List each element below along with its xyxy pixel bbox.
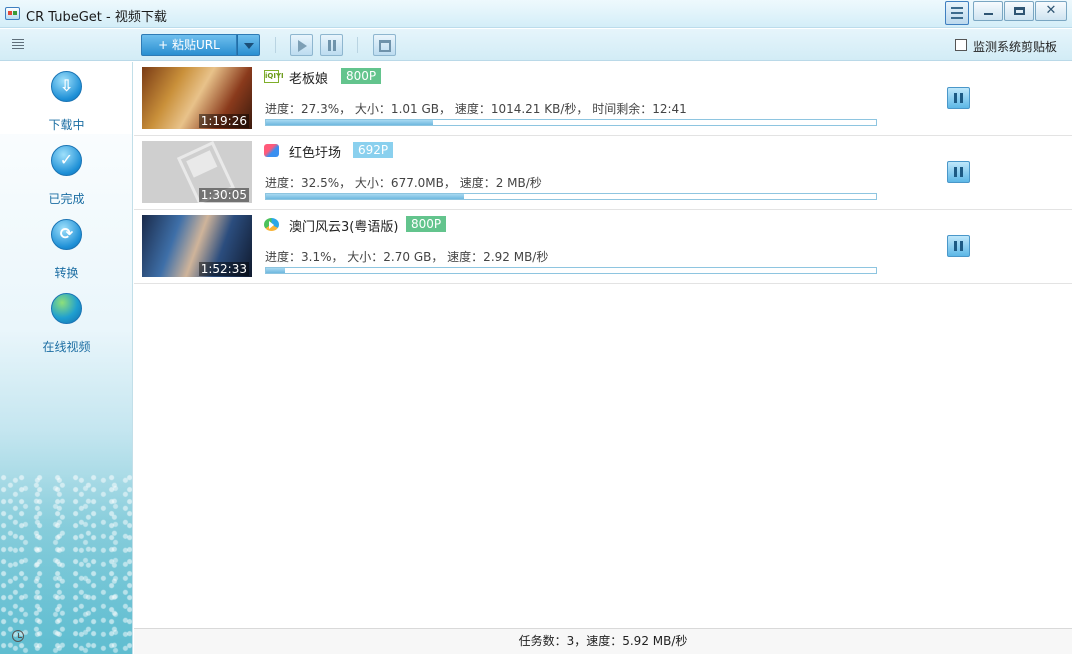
sidebar-item-completed[interactable]: ✓ 已完成: [0, 136, 132, 208]
window-title: CR TubeGet - 视频下载: [26, 10, 167, 25]
progress-fill: [266, 268, 285, 273]
paste-url-button[interactable]: + 粘贴URL: [141, 34, 237, 56]
toolbar-divider: [275, 37, 276, 53]
pause-all-button[interactable]: [320, 34, 343, 56]
mgtv-icon: [264, 144, 279, 157]
minimize-button[interactable]: [973, 1, 1003, 21]
download-icon: ⇩: [51, 71, 82, 102]
download-status: 进度：3.1%， 大小：2.70 GB， 速度：2.92 MB/秒: [265, 250, 549, 264]
pause-download-button[interactable]: [947, 161, 970, 183]
sidebar: ⇩ 下载中 ✓ 已完成 ⟳ 转换 在线视频: [0, 62, 133, 654]
delete-button[interactable]: [373, 34, 396, 56]
pause-icon: [954, 167, 963, 177]
title-bar: CR TubeGet - 视频下载 ✕: [0, 0, 1072, 28]
download-row[interactable]: 1:30:05 红色圩场 692P 进度：32.5%， 大小：677.0MB， …: [134, 136, 1072, 210]
start-all-button[interactable]: [290, 34, 313, 56]
sidebar-item-label: 下载中: [48, 118, 85, 132]
quality-badge: 800P: [406, 216, 447, 232]
pause-download-button[interactable]: [947, 235, 970, 257]
app-logo-icon: [5, 7, 20, 20]
status-bar: 任务数：3，速度：5.92 MB/秒: [134, 628, 1072, 654]
video-title: 澳门风云3(粤语版): [289, 220, 399, 235]
download-status: 进度：27.3%， 大小：1.01 GB， 速度：1014.21 KB/秒， 时…: [265, 102, 687, 116]
menu-icon: [951, 7, 963, 22]
monitor-clipboard-label[interactable]: 监测系统剪贴板: [973, 38, 1057, 55]
video-thumbnail: 1:52:33: [142, 215, 252, 277]
trash-icon: [379, 40, 391, 52]
sidebar-item-label: 已完成: [48, 192, 85, 206]
toolbar: + 粘贴URL 监测系统剪贴板: [0, 29, 1072, 61]
toolbar-divider: [357, 37, 358, 53]
check-icon: ✓: [51, 145, 82, 176]
pause-icon: [328, 40, 336, 51]
iqiyi-icon: iQIYI: [264, 70, 284, 83]
video-title: 红色圩场: [289, 146, 342, 161]
video-thumbnail: 1:19:26: [142, 67, 252, 129]
video-title: 老板娘: [289, 72, 329, 87]
globe-icon: [51, 293, 82, 324]
minimize-icon: [984, 13, 993, 15]
progress-bar: [265, 119, 877, 126]
sidebar-background-image: [0, 474, 132, 654]
pause-download-button[interactable]: [947, 87, 970, 109]
monitor-clipboard-checkbox[interactable]: [955, 39, 967, 51]
maximize-button[interactable]: [1004, 1, 1034, 21]
video-thumbnail: 1:30:05: [142, 141, 252, 203]
clock-icon[interactable]: [12, 630, 24, 642]
video-duration: 1:52:33: [198, 262, 249, 276]
video-duration: 1:30:05: [198, 188, 249, 202]
menu-button[interactable]: [945, 1, 969, 25]
close-button[interactable]: ✕: [1035, 1, 1067, 21]
play-icon: [298, 40, 307, 52]
video-duration: 1:19:26: [198, 114, 249, 128]
sidebar-item-label: 在线视频: [42, 340, 91, 354]
sidebar-item-downloading[interactable]: ⇩ 下载中: [0, 62, 132, 134]
maximize-icon: [1014, 7, 1025, 15]
progress-bar: [265, 267, 877, 274]
quality-badge: 692P: [353, 142, 394, 158]
download-status: 进度：32.5%， 大小：677.0MB， 速度：2 MB/秒: [265, 176, 542, 190]
list-view-icon[interactable]: [12, 39, 24, 51]
convert-icon: ⟳: [51, 219, 82, 250]
close-icon: ✕: [1045, 3, 1057, 18]
pause-icon: [954, 241, 963, 251]
sidebar-item-convert[interactable]: ⟳ 转换: [0, 210, 132, 282]
paste-url-dropdown-button[interactable]: [237, 34, 260, 56]
download-list: 1:19:26 iQIYI 老板娘 800P 进度：27.3%， 大小：1.01…: [134, 62, 1072, 628]
sidebar-item-online-video[interactable]: 在线视频: [0, 284, 132, 356]
download-row[interactable]: 1:52:33 澳门风云3(粤语版) 800P 进度：3.1%， 大小：2.70…: [134, 210, 1072, 284]
progress-fill: [266, 120, 433, 125]
pause-icon: [954, 93, 963, 103]
sidebar-item-label: 转换: [54, 266, 79, 280]
tencent-video-icon: [264, 218, 279, 231]
quality-badge: 800P: [341, 68, 382, 84]
progress-fill: [266, 194, 465, 199]
download-row[interactable]: 1:19:26 iQIYI 老板娘 800P 进度：27.3%， 大小：1.01…: [134, 62, 1072, 136]
progress-bar: [265, 193, 877, 200]
